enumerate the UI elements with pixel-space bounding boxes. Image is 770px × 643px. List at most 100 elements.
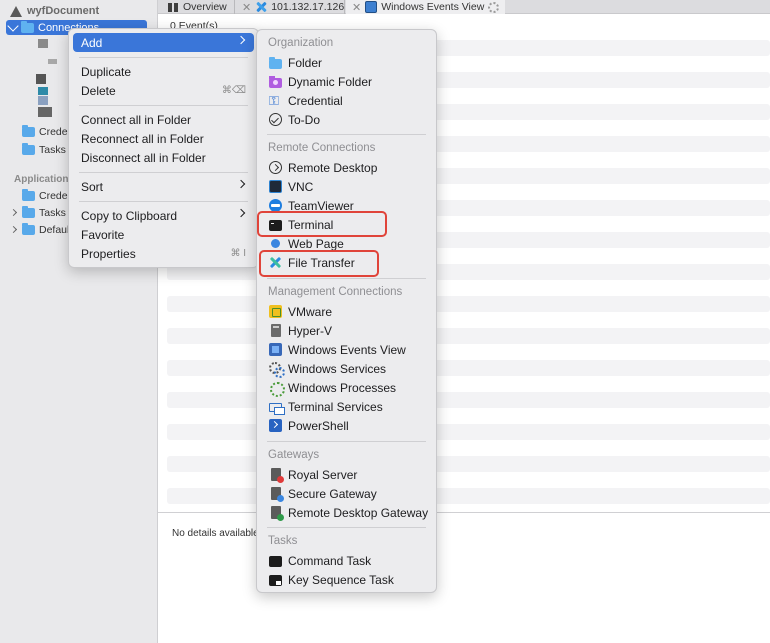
- globe-icon: [271, 239, 280, 248]
- gear-icon: [269, 381, 285, 397]
- windows-events-icon: [365, 1, 378, 13]
- folder-icon: [22, 206, 35, 218]
- submenu-item-todo[interactable]: To-Do: [261, 110, 432, 129]
- menu-item-label: Credential: [288, 93, 343, 108]
- submenu-item-remote-desktop[interactable]: Remote Desktop: [261, 158, 432, 177]
- sidebar-item-label: Crede: [39, 126, 68, 138]
- shortcut-label: ⌘ I: [230, 248, 246, 259]
- menu-item-label: Key Sequence Task: [288, 572, 394, 587]
- menu-item-label: Duplicate: [81, 64, 132, 79]
- application-section-label: Application: [14, 174, 69, 185]
- submenu-item-key-sequence-task[interactable]: Key Sequence Task: [261, 570, 432, 589]
- obscured-item[interactable]: [48, 59, 57, 64]
- tab-bar: Overview ✕ 101.132.17.126 ✕ Windows Even…: [158, 0, 770, 14]
- obscured-item[interactable]: [38, 96, 48, 105]
- key-icon: ⚿: [269, 93, 279, 108]
- submenu-item-powershell[interactable]: PowerShell: [261, 416, 432, 435]
- obscured-item[interactable]: [38, 87, 48, 95]
- menu-item-label: Command Task: [288, 553, 372, 568]
- chevron-right-icon: [236, 35, 246, 45]
- submenu-item-hyperv[interactable]: Hyper-V: [261, 321, 432, 340]
- menu-item-label: Disconnect all in Folder: [81, 150, 206, 165]
- menu-item-favorite[interactable]: Favorite: [73, 225, 254, 244]
- dynamic-folder-icon: [269, 75, 282, 88]
- menu-item-label: VNC: [288, 179, 314, 194]
- menu-item-label: Remote Desktop Gateway: [288, 505, 429, 520]
- loading-spinner-icon: [488, 1, 500, 13]
- overview-icon: [168, 2, 179, 12]
- chevron-right-icon: [236, 179, 246, 189]
- document-header[interactable]: wyfDocument: [10, 4, 99, 18]
- highlight-box-file-transfer: [259, 250, 379, 277]
- menu-item-add[interactable]: Add: [73, 33, 254, 52]
- submenu-item-credential[interactable]: ⚿ Credential: [261, 91, 432, 110]
- obscured-item[interactable]: [38, 39, 48, 48]
- menu-item-label: Remote Desktop: [288, 160, 378, 175]
- remote-desktop-icon: [269, 161, 282, 174]
- obscured-item[interactable]: [38, 107, 52, 117]
- menu-item-sort[interactable]: Sort: [73, 177, 254, 196]
- folder-icon: [21, 20, 34, 33]
- sidebar-item-label: Defaul: [39, 224, 70, 236]
- section-header-management-connections: Management Connections: [268, 286, 403, 298]
- rd-gateway-icon: [271, 506, 284, 521]
- chevron-right-icon[interactable]: [9, 225, 18, 234]
- sidebar-item-app-tasks[interactable]: Tasks: [22, 206, 66, 220]
- tab-remote-host[interactable]: ✕ 101.132.17.126: [242, 0, 344, 14]
- menu-item-label: Delete: [81, 83, 116, 98]
- sidebar-item-credentials[interactable]: Crede: [22, 125, 68, 139]
- menu-item-label: Folder: [288, 55, 323, 70]
- sidebar-item-app-default[interactable]: Defaul: [22, 223, 69, 237]
- tab-divider: [344, 0, 345, 14]
- sidebar-item-tasks[interactable]: Tasks: [22, 143, 66, 157]
- section-header-tasks: Tasks: [268, 535, 298, 547]
- checkmark-icon: [269, 113, 282, 126]
- folder-icon: [22, 189, 35, 201]
- chevron-down-icon[interactable]: [7, 19, 19, 32]
- submenu-item-windows-services[interactable]: Windows Services: [261, 359, 432, 378]
- menu-item-label: Web Page: [288, 236, 344, 251]
- menu-item-properties[interactable]: Properties ⌘ I: [73, 244, 254, 263]
- submenu-item-remote-desktop-gateway[interactable]: Remote Desktop Gateway: [261, 503, 432, 522]
- menu-item-label: Windows Events View: [288, 342, 406, 357]
- section-header-gateways: Gateways: [268, 449, 320, 461]
- menu-item-label: Connect all in Folder: [81, 112, 192, 127]
- chevron-right-icon[interactable]: [9, 208, 18, 217]
- warning-icon: [10, 5, 22, 17]
- chevron-right-icon: [236, 208, 246, 218]
- close-icon[interactable]: ✕: [242, 1, 251, 14]
- close-icon[interactable]: ✕: [352, 1, 361, 14]
- tab-divider: [234, 0, 235, 14]
- submenu-item-vnc[interactable]: VNC: [261, 177, 432, 196]
- section-header-organization: Organization: [268, 37, 334, 49]
- sidebar-item-label: Tasks: [39, 207, 66, 219]
- menu-item-label: Royal Server: [288, 467, 358, 482]
- menu-item-duplicate[interactable]: Duplicate: [73, 62, 254, 81]
- menu-item-label: Terminal Services: [288, 399, 383, 414]
- details-pane: No details available: [158, 512, 770, 643]
- menu-item-reconnect-all[interactable]: Reconnect all in Folder: [73, 129, 254, 148]
- menu-item-copy-clipboard[interactable]: Copy to Clipboard: [73, 206, 254, 225]
- submenu-item-folder[interactable]: Folder: [261, 53, 432, 72]
- submenu-item-terminal-services[interactable]: Terminal Services: [261, 397, 432, 416]
- menu-separator: [79, 57, 248, 58]
- submenu-item-vmware[interactable]: VMware: [261, 302, 432, 321]
- section-header-remote-connections: Remote Connections: [268, 142, 376, 154]
- submenu-item-secure-gateway[interactable]: Secure Gateway: [261, 484, 432, 503]
- submenu-item-royal-server[interactable]: Royal Server: [261, 465, 432, 484]
- tab-windows-events-view[interactable]: ✕ Windows Events View: [346, 0, 506, 14]
- terminal-services-icon: [269, 403, 285, 415]
- submenu-item-command-task[interactable]: Command Task: [261, 551, 432, 570]
- tab-overview[interactable]: Overview: [168, 0, 227, 14]
- details-placeholder: No details available: [172, 528, 259, 539]
- folder-icon: [22, 125, 35, 137]
- obscured-item[interactable]: [36, 74, 46, 84]
- windows-events-icon: [269, 343, 282, 356]
- sidebar-item-app-credentials[interactable]: Crede: [22, 189, 68, 203]
- menu-item-connect-all[interactable]: Connect all in Folder: [73, 110, 254, 129]
- menu-item-delete[interactable]: Delete ⌘⌫: [73, 81, 254, 100]
- submenu-item-dynamic-folder[interactable]: Dynamic Folder: [261, 72, 432, 91]
- submenu-item-windows-processes[interactable]: Windows Processes: [261, 378, 432, 397]
- menu-item-disconnect-all[interactable]: Disconnect all in Folder: [73, 148, 254, 167]
- submenu-item-windows-events-view[interactable]: Windows Events View: [261, 340, 432, 359]
